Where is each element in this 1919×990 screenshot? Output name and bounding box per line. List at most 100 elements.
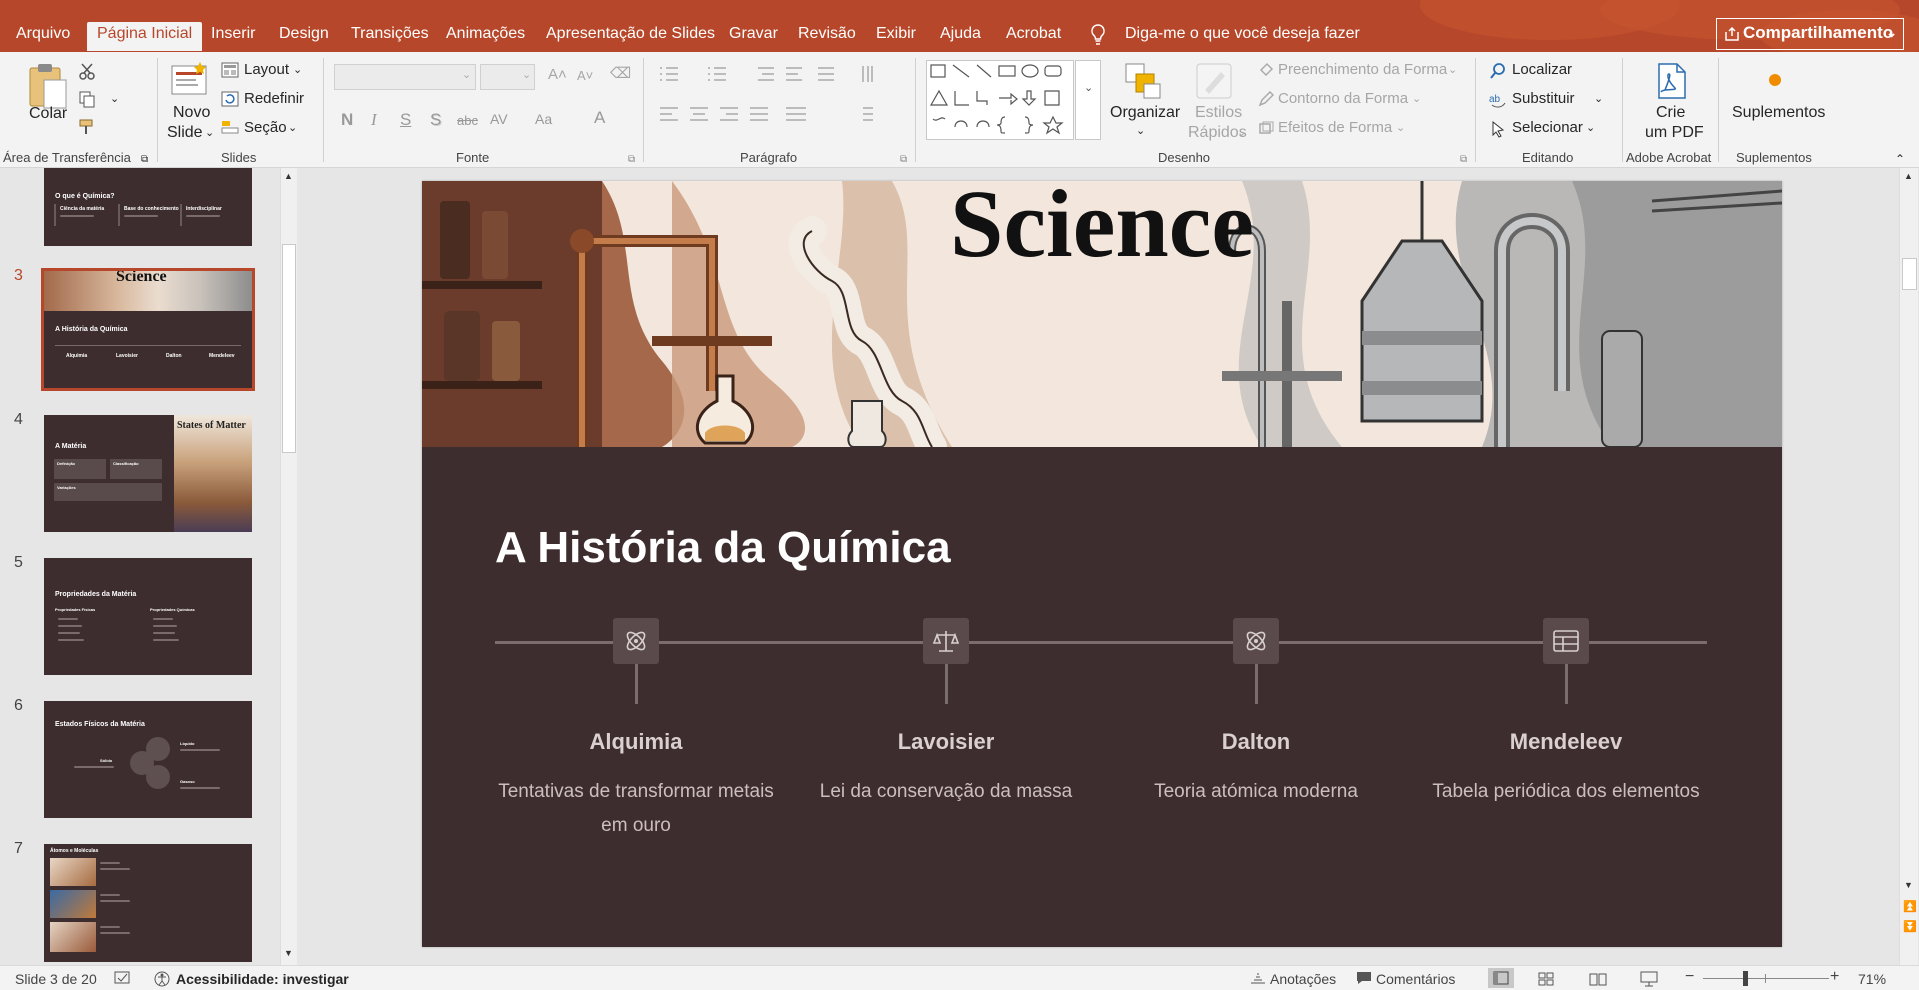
section-icon[interactable] [221,119,239,135]
chevron-down-icon[interactable]: ⌄ [288,119,297,137]
paragraph-tools-icon[interactable] [658,64,878,144]
replace-icon[interactable]: ab [1489,91,1507,109]
accessibility-status[interactable]: Acessibilidade: investigar [176,971,349,987]
reset-icon[interactable] [221,91,239,107]
select-button[interactable]: Selecionar [1512,119,1583,137]
italic-button[interactable]: I [371,110,377,130]
addins-icon[interactable] [1767,72,1783,88]
slide-sorter-icon[interactable] [1538,972,1554,986]
slide-canvas[interactable]: Science A História da Química Alquimia T… [422,181,1782,947]
shape-fill-button[interactable]: Preenchimento da Forma [1278,61,1447,79]
zoom-level[interactable]: 71% [1858,971,1886,987]
shadow-button[interactable]: S [430,110,441,130]
shapes-more-button[interactable]: ⌄ [1075,60,1101,140]
tab-pagina-inicial[interactable]: Página Inicial [87,22,203,51]
slide-thumbnail-2[interactable]: O que é Química? Ciência da matéria Base… [44,168,252,246]
pdf-icon[interactable] [1655,62,1689,100]
quick-styles-button[interactable]: Estilos [1195,104,1242,122]
font-color-button[interactable]: A [594,108,605,128]
cut-icon[interactable] [78,62,96,80]
notes-button[interactable]: Anotações [1270,971,1336,987]
decrease-font-icon[interactable]: A˅ [577,67,593,85]
collapse-ribbon-icon[interactable]: ⌃ [1895,150,1905,168]
zoom-slider[interactable] [1703,978,1829,979]
arrange-button[interactable]: Organizar [1110,104,1180,122]
create-pdf-button-line2[interactable]: um PDF [1645,124,1704,142]
chevron-down-icon[interactable]: ⌄ [462,66,471,84]
create-pdf-button[interactable]: Crie [1656,104,1685,122]
chevron-down-icon[interactable]: ⌄ [1448,61,1457,79]
effects-icon[interactable] [1258,120,1274,136]
tab-apresentacao[interactable]: Apresentação de Slides [546,23,715,51]
tab-revisao[interactable]: Revisão [798,23,856,51]
format-painter-icon[interactable] [78,118,96,136]
slide-scrollbar-thumb[interactable] [1902,258,1917,290]
new-slide-button[interactable]: Novo [173,104,210,122]
layout-icon[interactable] [221,62,239,78]
scroll-down-icon[interactable]: ▼ [284,948,293,958]
replace-button[interactable]: Substituir [1512,90,1575,108]
scroll-up-icon[interactable]: ▲ [284,171,293,181]
zoom-out-button[interactable]: − [1685,968,1694,986]
normal-view-button[interactable] [1488,968,1514,988]
cursor-icon[interactable] [1489,120,1507,138]
chevron-down-icon[interactable]: ⌄ [1594,90,1603,108]
reset-button[interactable]: Redefinir [244,90,304,108]
tab-design[interactable]: Design [279,23,329,51]
chevron-down-icon[interactable]: ⌄ [205,124,214,142]
chevron-down-icon[interactable]: ⌄ [1396,119,1405,137]
copy-icon[interactable] [78,90,96,108]
zoom-in-button[interactable]: + [1830,968,1839,986]
slide-scrollbar[interactable]: ▲ ▼ ⏫ ⏬ [1899,168,1918,965]
strikethrough-button[interactable]: abc [457,113,478,128]
tab-transicoes[interactable]: Transições [351,23,429,51]
arrange-icon[interactable] [1124,62,1162,100]
increase-font-icon[interactable]: A˄ [548,66,567,84]
dialog-launcher-icon[interactable]: ⧉ [141,151,148,169]
tab-exibir[interactable]: Exibir [876,23,916,51]
share-button[interactable]: Compartilhamento ⌄ [1716,18,1904,50]
underline-button[interactable]: S [400,110,411,130]
bold-button[interactable]: N [341,110,353,130]
paste-button[interactable]: Colar [29,105,67,123]
new-slide-icon[interactable] [170,62,210,96]
slide-thumbnail-7[interactable]: Átomos e Moléculas [44,844,252,962]
chevron-down-icon[interactable]: ⌄ [1886,19,1897,47]
slide-thumbnail-5[interactable]: Propriedades da Matéria Propriedades Fís… [44,558,252,675]
notes-icon[interactable] [1250,972,1266,984]
chevron-down-icon[interactable]: ⌄ [1412,90,1421,108]
slide-thumbnail-6[interactable]: Estados Físicos da Matéria Sólido Líquid… [44,701,252,818]
chevron-down-icon[interactable]: ⌄ [1586,119,1595,137]
tab-ajuda[interactable]: Ajuda [940,23,981,51]
find-button[interactable]: Localizar [1512,61,1572,79]
zoom-slider-thumb[interactable] [1743,971,1749,986]
chevron-down-icon[interactable]: ⌄ [1136,122,1145,140]
tab-animacoes[interactable]: Animações [446,23,525,51]
reading-view-icon[interactable] [1589,972,1607,986]
tab-gravar[interactable]: Gravar [729,23,778,51]
quick-styles-icon[interactable] [1195,62,1235,100]
spelling-icon[interactable] [114,971,132,985]
clear-format-icon[interactable]: ⌫ [610,65,631,83]
char-spacing-button[interactable]: AV [490,111,508,127]
comment-icon[interactable] [1356,971,1372,985]
pencil-icon[interactable] [1258,91,1274,107]
chevron-down-icon[interactable]: ⌄ [110,90,119,108]
new-slide-button-line2[interactable]: Slide [167,124,203,142]
slideshow-icon[interactable] [1640,971,1658,987]
shapes-gallery[interactable] [926,60,1074,140]
font-family-select[interactable] [334,64,476,90]
fill-bucket-icon[interactable] [1258,62,1274,78]
layout-button[interactable]: Layout [244,61,289,79]
tab-arquivo[interactable]: Arquivo [16,23,70,51]
previous-slide-icon[interactable]: ⏫ [1903,900,1917,913]
change-case-button[interactable]: Aa [535,111,552,127]
shape-outline-button[interactable]: Contorno da Forma [1278,90,1408,108]
search-icon[interactable] [1489,62,1507,80]
scroll-up-icon[interactable]: ▲ [1904,171,1913,181]
chevron-down-icon[interactable]: ⌄ [293,61,302,79]
thumbnail-scrollbar[interactable]: ▲ ▼ [280,168,297,965]
slide-thumbnail-4[interactable]: A Matéria Definição Classificação Variaç… [44,415,252,532]
tab-acrobat[interactable]: Acrobat [1006,23,1061,51]
tell-me-search[interactable]: Diga-me o que você deseja fazer [1125,23,1360,47]
